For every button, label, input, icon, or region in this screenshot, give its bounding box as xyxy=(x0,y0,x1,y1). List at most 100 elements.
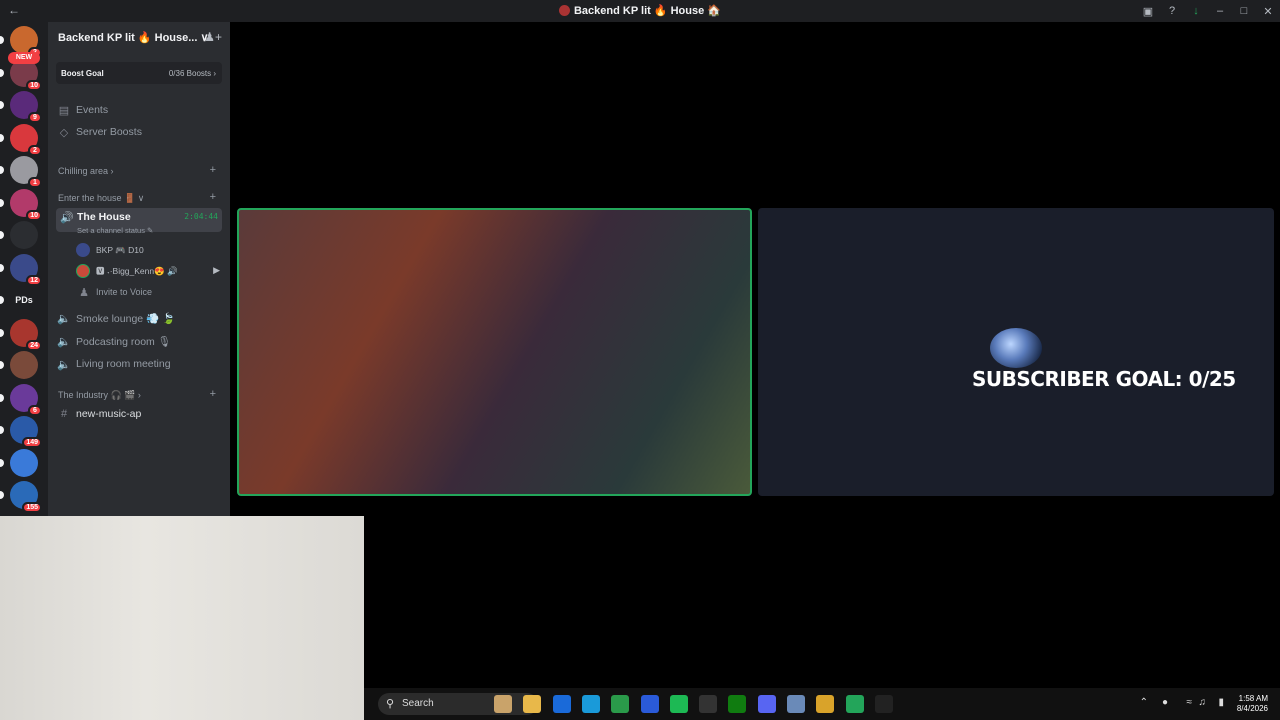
speaker-icon: 🔈 xyxy=(57,335,71,348)
notepad-icon[interactable] xyxy=(787,695,805,713)
server-icon[interactable]: 149 xyxy=(0,416,42,448)
voice-user-1[interactable]: BKP 🎮 D10 xyxy=(76,241,144,259)
mention-badge: 155 xyxy=(22,502,42,513)
chevron-up-icon[interactable]: ⌃ xyxy=(1140,697,1148,708)
mention-badge: 10 xyxy=(26,79,42,91)
mention-badge: 1 xyxy=(28,177,42,188)
spotify-icon[interactable] xyxy=(669,695,688,713)
voice-channel-podcasting-room[interactable]: 🔈 Podcasting room 🎙 xyxy=(56,331,222,351)
terminal-icon[interactable] xyxy=(874,695,893,713)
window-title: Backend KP lit 🔥 House 🏠 xyxy=(0,4,1280,17)
mention-badge: 24 xyxy=(26,339,42,351)
channel-name: The House xyxy=(77,211,131,223)
guild-header[interactable]: Backend KP lit 🔥 House... ∨ ♟+ xyxy=(48,22,230,54)
add-person-icon: ♟ xyxy=(79,286,89,299)
clock-time: 1:58 AM xyxy=(1238,694,1268,703)
unread-indicator xyxy=(0,263,4,272)
unread-indicator xyxy=(0,426,4,434)
server-icon[interactable]: 9 xyxy=(0,91,42,123)
voice-channel-smoke-lounge[interactable]: 🔈 Smoke lounge 💨 🍃 xyxy=(56,308,222,328)
wifi-icon[interactable]: ≈ xyxy=(1187,697,1193,708)
server-icon[interactable]: 10 xyxy=(0,188,42,221)
category-the-industry[interactable]: The Industry 🎧 🎬 › xyxy=(58,390,141,401)
server-icon[interactable]: 6 xyxy=(0,383,42,416)
video-tile-speaker[interactable] xyxy=(237,208,752,496)
speaker-icon: 🔈 xyxy=(57,358,71,371)
mention-badge: 9 xyxy=(28,112,42,123)
maximize-button[interactable]: □ xyxy=(1232,5,1256,17)
server-icon[interactable]: 1 xyxy=(0,156,42,188)
close-button[interactable]: ✕ xyxy=(1256,5,1280,18)
server-icon[interactable]: 2 xyxy=(0,26,42,58)
battery-icon[interactable]: ▮ xyxy=(1218,697,1224,708)
avatar xyxy=(76,264,90,278)
volume-icon[interactable]: ♫ xyxy=(1199,697,1207,708)
search-input[interactable]: ⚲ Search xyxy=(378,693,538,715)
boost-goal-bar[interactable]: Boost Goal 0/36 Boosts › xyxy=(56,62,222,84)
webcam-overlay xyxy=(0,516,364,720)
green-app-icon[interactable] xyxy=(845,695,864,713)
help-icon[interactable]: ? xyxy=(1160,5,1184,17)
globe-icon xyxy=(990,328,1042,368)
server-icon[interactable]: 24 xyxy=(0,318,42,351)
server-boosts-item[interactable]: ◇ Server Boosts xyxy=(56,122,222,142)
window-controls: ▣ ? ↓ – □ ✕ xyxy=(1136,0,1280,22)
server-icon[interactable]: PDs xyxy=(0,286,38,314)
server-icon[interactable]: 12 xyxy=(0,253,42,286)
add-channel-icon[interactable]: + xyxy=(210,191,216,203)
mention-badge: 10 xyxy=(26,209,42,221)
category-enter-the-house[interactable]: Enter the house 🚪 ∨ xyxy=(58,193,144,204)
unread-indicator xyxy=(0,166,4,174)
server-icon[interactable] xyxy=(0,221,38,249)
chrome-icon[interactable] xyxy=(816,695,835,713)
server-icon[interactable] xyxy=(0,351,38,379)
edge-icon[interactable] xyxy=(581,695,600,713)
system-clock[interactable]: 1:58 AM 8/4/2026 xyxy=(1237,694,1268,714)
unread-indicator xyxy=(0,458,4,467)
server-icon[interactable] xyxy=(0,448,38,477)
outlook-icon[interactable] xyxy=(552,695,571,713)
mention-badge: 12 xyxy=(26,274,42,286)
unread-indicator xyxy=(0,361,4,369)
subscriber-goal-text: SUBSCRIBER GOAL: 0/25 xyxy=(972,367,1236,391)
mic-icon[interactable]: ● xyxy=(1162,697,1168,708)
guild-name[interactable]: Backend KP lit 🔥 House... ∨ xyxy=(58,31,209,44)
minimize-button[interactable]: – xyxy=(1208,5,1232,17)
widgets-icon[interactable] xyxy=(494,695,512,713)
xbox-icon[interactable] xyxy=(728,695,747,713)
inbox-icon[interactable]: ▣ xyxy=(1136,5,1160,18)
download-icon[interactable]: ↓ xyxy=(1184,5,1208,17)
voice-channel-living-room[interactable]: 🔈 Living room meeting xyxy=(56,354,222,374)
clock-date: 8/4/2026 xyxy=(1236,704,1268,713)
channel-sidebar: Backend KP lit 🔥 House... ∨ ♟+ Boost Goa… xyxy=(48,22,230,516)
calendar-icon: ▤ xyxy=(58,104,70,117)
server-avatar-icon xyxy=(558,5,570,16)
discord-icon[interactable] xyxy=(757,695,776,713)
server-icon[interactable]: 2 xyxy=(0,123,42,156)
window-title-text: Backend KP lit 🔥 House 🏠 xyxy=(573,5,721,17)
unread-indicator xyxy=(0,36,4,44)
channel-status[interactable]: Set a channel status ✎ xyxy=(77,226,153,235)
unread-indicator xyxy=(0,68,4,77)
invite-to-voice[interactable]: ♟ Invite to Voice xyxy=(76,282,222,302)
file-explorer-icon[interactable] xyxy=(523,695,542,713)
boost-goal-value: 0/36 Boosts › xyxy=(168,69,216,78)
unread-indicator xyxy=(0,101,4,109)
capcut-icon[interactable] xyxy=(699,695,718,713)
taskbar: ⚲ Search ⌃ ● ≈ ♫ ▮ 1:58 AM 8/4/2026 xyxy=(364,688,1280,720)
text-channel-new-music[interactable]: # new-music-ap xyxy=(56,404,222,424)
server-icon[interactable]: 155 xyxy=(0,481,42,513)
vim-icon[interactable] xyxy=(611,695,630,713)
category-chilling-area[interactable]: Chilling area › xyxy=(58,166,114,176)
mention-badge: 6 xyxy=(28,404,42,416)
speaker-icon: 🔊 xyxy=(60,212,74,224)
add-channel-icon[interactable]: + xyxy=(210,164,216,176)
boost-goal-label: Boost Goal xyxy=(61,69,104,78)
add-member-icon[interactable]: ♟+ xyxy=(204,30,222,44)
tool-icon[interactable] xyxy=(640,695,659,713)
search-icon: ⚲ xyxy=(386,698,395,710)
events-item[interactable]: ▤ Events xyxy=(56,100,222,120)
hash-icon: # xyxy=(60,408,68,420)
voice-user-2[interactable]: 🆅 ˖·Bigg_Kenn😍 🔊 xyxy=(76,262,178,280)
add-channel-icon[interactable]: + xyxy=(210,388,216,400)
